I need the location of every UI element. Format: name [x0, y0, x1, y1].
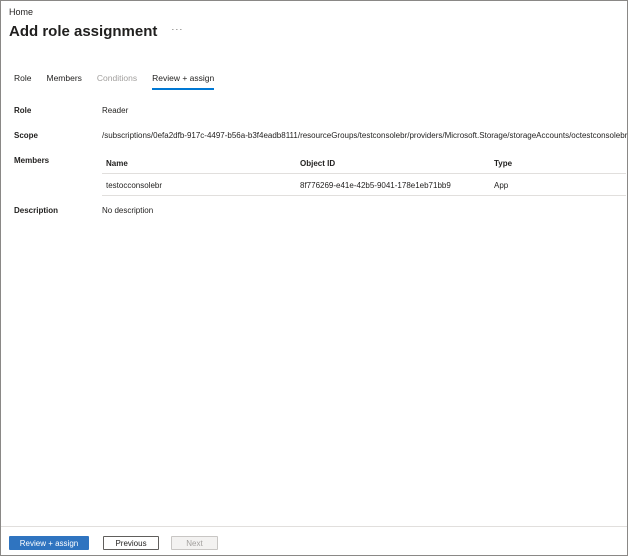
- members-label: Members: [14, 156, 50, 165]
- tab-review-assign[interactable]: Review + assign: [152, 73, 215, 90]
- member-name: testocconsolebr: [106, 181, 163, 190]
- more-options-icon[interactable]: ···: [171, 25, 183, 34]
- title-row: Add role assignment ···: [9, 23, 183, 40]
- footer-bar: Review + assign Previous Next: [1, 526, 627, 556]
- page-title: Add role assignment: [9, 23, 158, 40]
- role-label: Role: [14, 106, 32, 115]
- review-assign-button[interactable]: Review + assign: [9, 536, 89, 550]
- column-header-name: Name: [106, 159, 128, 168]
- wizard-tabs: Role Members Conditions Review + assign: [14, 73, 215, 90]
- description-value: No description: [102, 206, 154, 215]
- breadcrumb-home[interactable]: Home: [9, 7, 33, 17]
- member-object-id: 8f776269-e41e-42b5-9041-178e1eb71bb9: [300, 181, 451, 190]
- member-type: App: [494, 181, 509, 190]
- column-header-type: Type: [494, 159, 513, 168]
- members-table: Name Object ID Type testocconsolebr 8f77…: [102, 152, 626, 196]
- next-button: Next: [171, 536, 218, 550]
- previous-button[interactable]: Previous: [103, 536, 159, 550]
- window-frame: Home Add role assignment ··· Role Member…: [0, 0, 628, 556]
- tab-members[interactable]: Members: [46, 73, 81, 90]
- description-label: Description: [14, 206, 59, 215]
- role-value: Reader: [102, 106, 129, 115]
- table-row: testocconsolebr 8f776269-e41e-42b5-9041-…: [102, 174, 626, 196]
- scope-value: /subscriptions/0efa2dfb-917c-4497-b56a-b…: [102, 131, 628, 140]
- column-header-object-id: Object ID: [300, 159, 336, 168]
- tab-conditions: Conditions: [96, 73, 138, 83]
- table-header-row: Name Object ID Type: [102, 152, 626, 174]
- scope-label: Scope: [14, 131, 39, 140]
- tab-role[interactable]: Role: [14, 73, 31, 90]
